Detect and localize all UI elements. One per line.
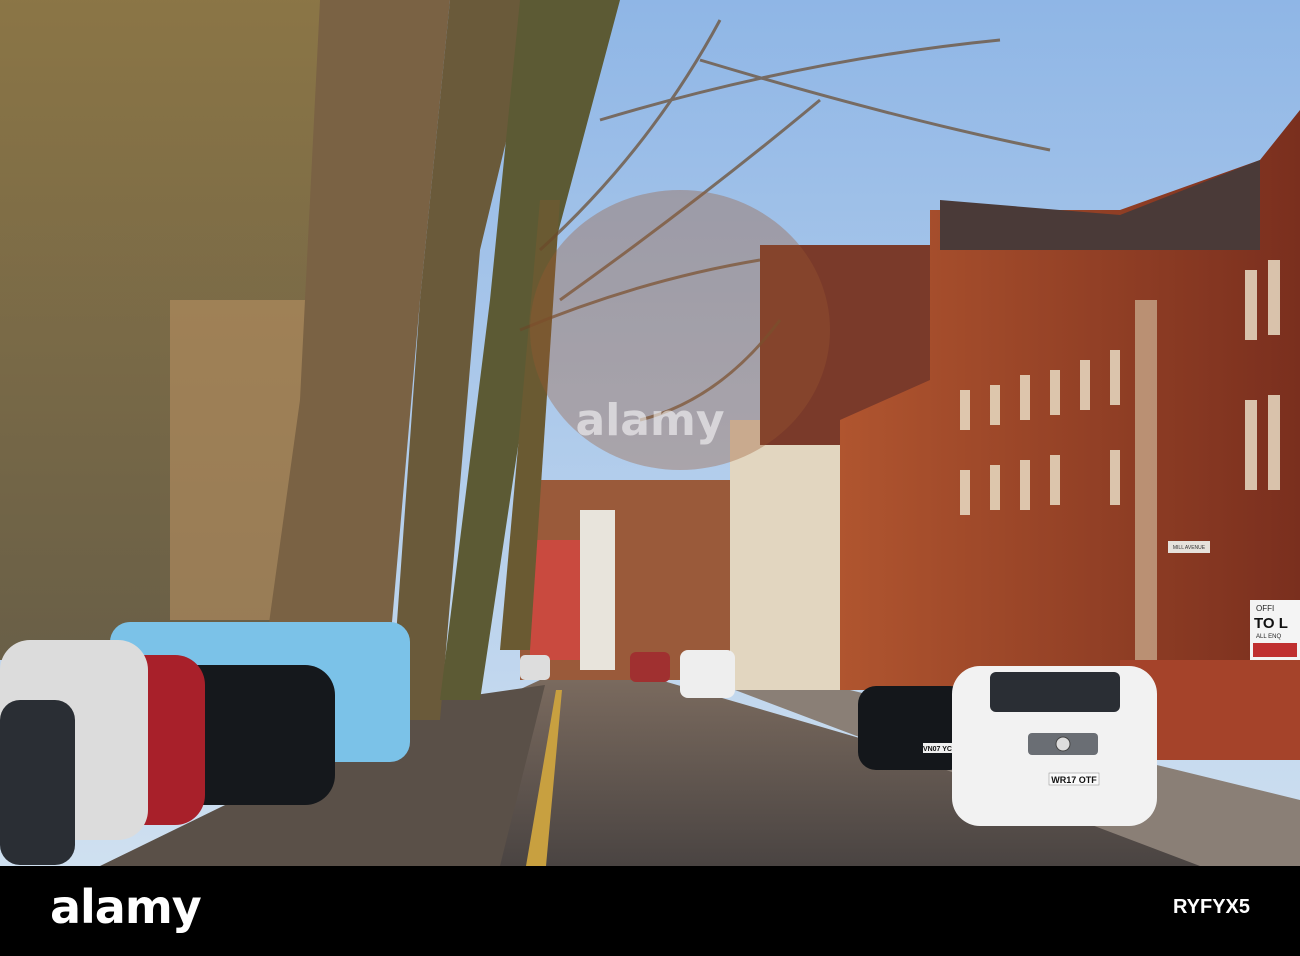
black-car-right — [858, 686, 968, 770]
stock-photo: MILL AVENUE OFFI TO L ALL ENQ VN07 YCR W… — [0, 0, 1300, 956]
watermark: alamy — [575, 395, 725, 446]
street-sign-text: MILL AVENUE — [1173, 545, 1206, 551]
letting-board-line1: OFFI — [1256, 604, 1274, 613]
letting-board-line2: TO L — [1254, 615, 1288, 632]
letting-board-line3: ALL ENQ — [1256, 634, 1281, 640]
plate-black-car: VN07 YCR — [923, 746, 957, 753]
image-id: RYFYX5 — [1172, 896, 1250, 918]
dark-car-foreground — [0, 700, 75, 865]
plate-mercedes: WR17 OTF — [1051, 775, 1097, 785]
alamy-logo: alamy — [50, 880, 202, 934]
